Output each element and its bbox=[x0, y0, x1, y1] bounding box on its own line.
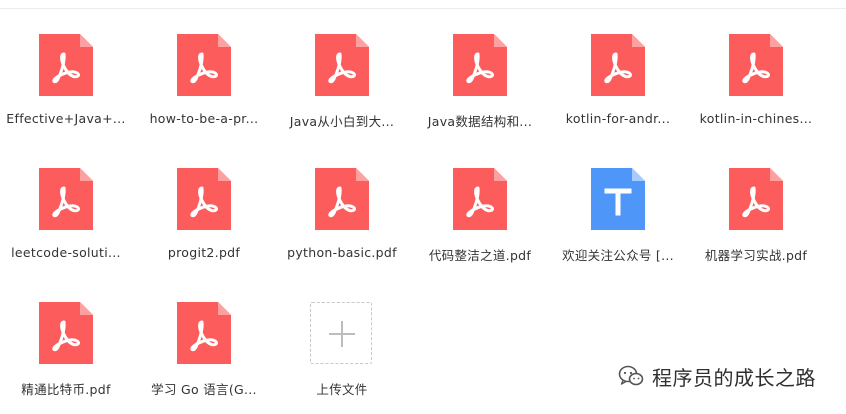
file-name: 精通比特币.pdf bbox=[21, 382, 111, 397]
file-name: how-to-be-a-pr... bbox=[149, 111, 259, 126]
watermark-text: 程序员的成长之路 bbox=[652, 365, 816, 390]
file-name: 机器学习实战.pdf bbox=[704, 248, 808, 263]
file-name: 欢迎关注公众号 [... bbox=[562, 248, 674, 263]
file-name: kotlin-in-chines... bbox=[699, 111, 813, 126]
pdf-file-icon bbox=[729, 34, 783, 96]
file-item[interactable]: kotlin-in-chines... bbox=[690, 34, 822, 146]
file-name: kotlin-for-andr... bbox=[565, 111, 671, 126]
file-item[interactable]: 代码整洁之道.pdf bbox=[414, 168, 546, 280]
wechat-icon bbox=[618, 365, 644, 386]
file-name: 代码整洁之道.pdf bbox=[428, 248, 532, 263]
file-name: Java数据结构和... bbox=[427, 114, 533, 129]
file-name: python-basic.pdf bbox=[287, 245, 397, 260]
pdf-file-icon bbox=[453, 168, 507, 230]
plus-icon bbox=[329, 321, 355, 347]
pdf-file-icon bbox=[177, 302, 231, 364]
file-item[interactable]: 机器学习实战.pdf bbox=[690, 168, 822, 280]
pdf-file-icon bbox=[177, 168, 231, 230]
file-item[interactable]: 精通比特币.pdf bbox=[0, 302, 132, 414]
file-item[interactable]: kotlin-for-andr... bbox=[552, 34, 684, 146]
file-name: Java从小白到大... bbox=[289, 114, 395, 129]
file-item[interactable]: 欢迎关注公众号 [... bbox=[552, 168, 684, 280]
file-item[interactable]: progit2.pdf bbox=[138, 168, 270, 280]
pdf-file-icon bbox=[39, 34, 93, 96]
file-item[interactable]: 学习 Go 语言(G... bbox=[138, 302, 270, 414]
file-item[interactable]: Java从小白到大... bbox=[276, 34, 408, 146]
file-name: 学习 Go 语言(G... bbox=[151, 382, 257, 397]
file-item[interactable]: Java数据结构和... bbox=[414, 34, 546, 146]
file-name: progit2.pdf bbox=[167, 245, 241, 260]
pdf-file-icon bbox=[315, 34, 369, 96]
pdf-file-icon bbox=[177, 34, 231, 96]
file-item[interactable]: Effective+Java+... bbox=[0, 34, 132, 146]
file-name: Effective+Java+... bbox=[6, 111, 126, 126]
watermark: 程序员的成长之路 bbox=[618, 360, 816, 392]
file-name: leetcode-soluti... bbox=[11, 245, 121, 260]
pdf-file-icon bbox=[315, 168, 369, 230]
file-grid: Effective+Java+... how-to-be-a-pr... Jav… bbox=[0, 0, 846, 412]
pdf-file-icon bbox=[39, 168, 93, 230]
pdf-file-icon bbox=[591, 34, 645, 96]
file-item[interactable]: python-basic.pdf bbox=[276, 168, 408, 280]
file-item[interactable]: how-to-be-a-pr... bbox=[138, 34, 270, 146]
pdf-file-icon bbox=[729, 168, 783, 230]
text-file-icon bbox=[591, 168, 645, 230]
upload-box[interactable] bbox=[310, 302, 372, 364]
pdf-file-icon bbox=[453, 34, 507, 96]
upload-file-button[interactable]: 上传文件 bbox=[276, 302, 408, 414]
file-item[interactable]: leetcode-soluti... bbox=[0, 168, 132, 280]
upload-file-label: 上传文件 bbox=[316, 382, 368, 397]
pdf-file-icon bbox=[39, 302, 93, 364]
